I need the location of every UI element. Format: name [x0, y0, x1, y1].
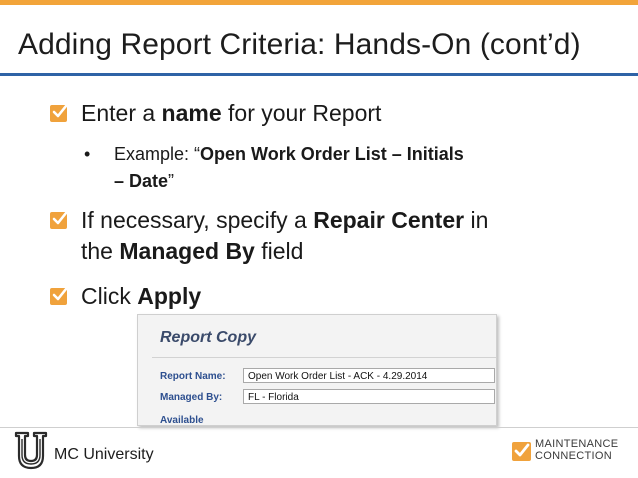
maintenance-connection-logo-icon	[512, 442, 531, 461]
managed-by-label: Managed By:	[160, 392, 223, 403]
report-name-label: Report Name:	[160, 371, 226, 382]
slide-title: Adding Report Criteria: Hands-On (cont’d…	[18, 28, 581, 61]
bullet-text: Enter a name for your Report	[81, 100, 382, 126]
report-name-input[interactable]: Open Work Order List - ACK - 4.29.2014	[243, 368, 495, 383]
brand-wordmark: MAINTENANCE CONNECTION	[535, 438, 619, 462]
screenshot-divider	[152, 357, 496, 358]
sub-bullet-text: Example: “Open Work Order List – Initial…	[114, 144, 464, 191]
bullet-click-apply: Click Apply	[50, 281, 201, 312]
bullet-repair-center: If necessary, specify a Repair Center in…	[50, 205, 488, 267]
checkbox-icon	[50, 211, 68, 229]
report-copy-title: Report Copy	[160, 329, 256, 346]
bullet-text: If necessary, specify a Repair Center in…	[81, 207, 489, 264]
checkbox-icon	[50, 104, 68, 122]
sub-bullet-example: • Example: “Open Work Order List – Initi…	[84, 141, 464, 195]
bullet-text: Click Apply	[81, 283, 202, 309]
title-divider	[0, 73, 638, 76]
checkbox-icon	[50, 287, 68, 305]
footer-label: MC University	[54, 446, 154, 463]
bullet-enter-name: Enter a name for your Report	[50, 98, 381, 129]
u-logo-icon	[14, 431, 48, 470]
bullet-marker: •	[84, 144, 91, 164]
footer-divider	[0, 427, 638, 428]
managed-by-input[interactable]: FL - Florida	[243, 389, 495, 404]
top-accent-bar	[0, 0, 638, 5]
report-copy-screenshot: Report Copy Report Name: Open Work Order…	[137, 314, 497, 426]
available-label: Available	[160, 415, 204, 426]
